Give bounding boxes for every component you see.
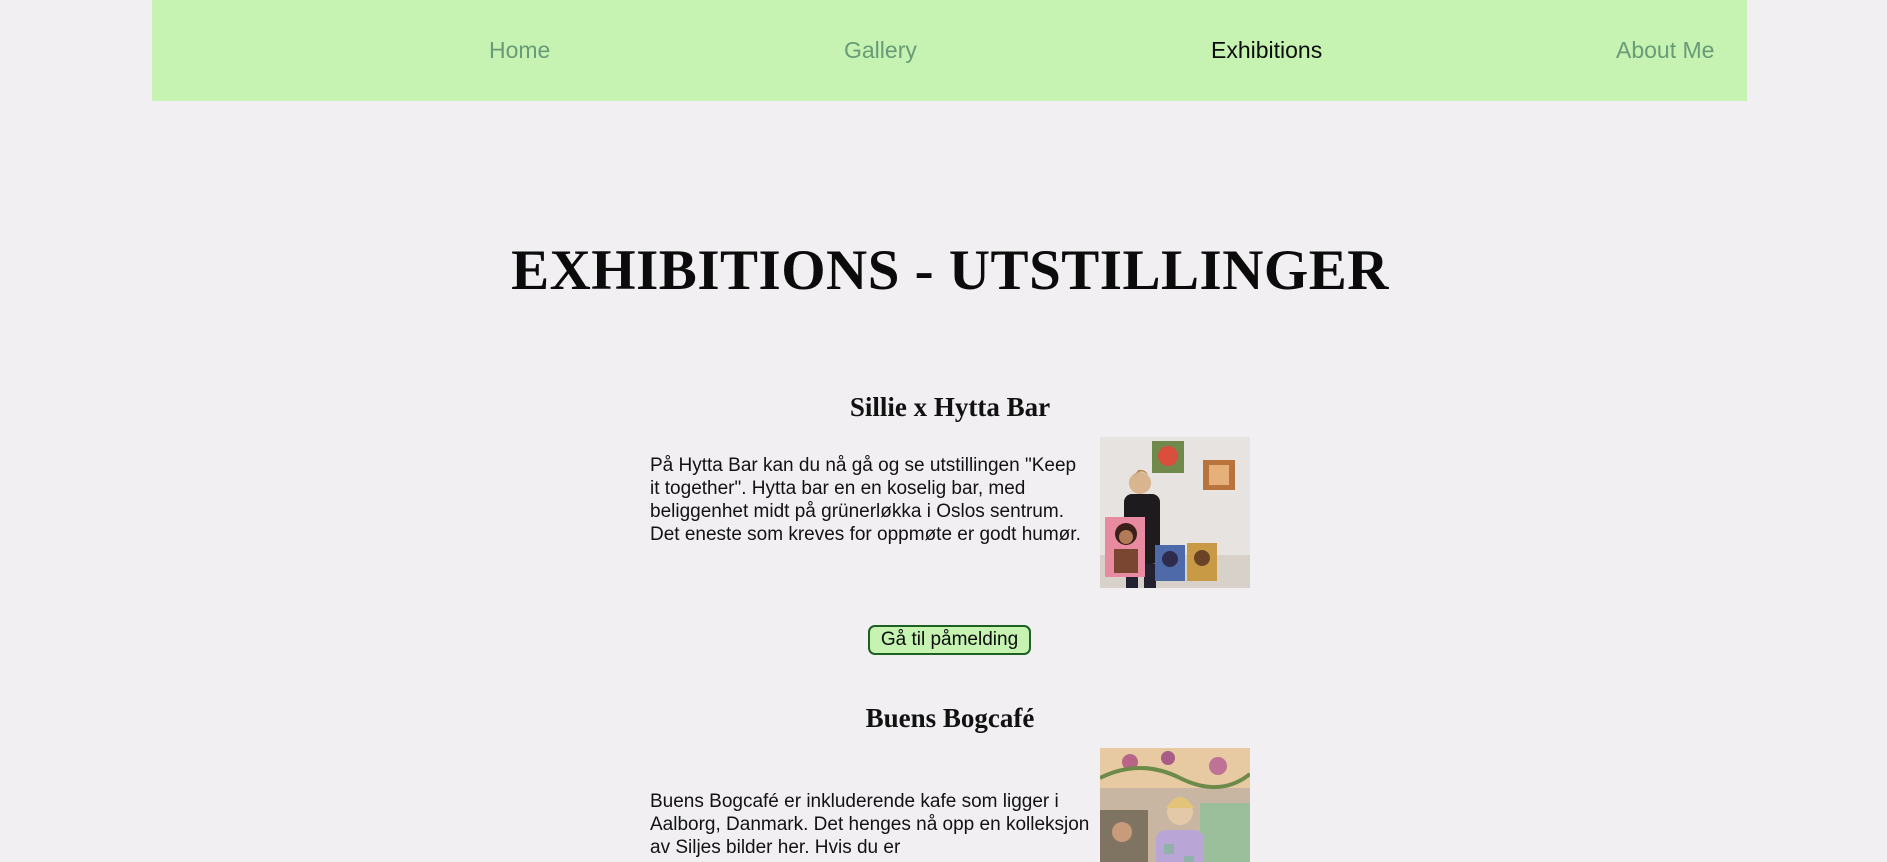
- exhibition-description: Buens Bogcafé er inkluderende kafe som l…: [650, 791, 1090, 858]
- artist-in-cafe-illustration: [1100, 748, 1250, 862]
- signup-button[interactable]: Gå til påmelding: [868, 625, 1031, 655]
- top-navigation-bar: Home Gallery Exhibitions About Me: [152, 0, 1747, 101]
- exhibition-photo-buens-bogcafe: [1100, 748, 1250, 862]
- exhibition-photo-hytta-bar: [1100, 437, 1250, 588]
- artist-with-paintings-illustration: [1100, 437, 1250, 588]
- nav-link-exhibitions[interactable]: Exhibitions: [1211, 37, 1322, 63]
- exhibition-description: På Hytta Bar kan du nå gå og se utstilli…: [650, 455, 1081, 545]
- nav-link-home[interactable]: Home: [489, 37, 550, 63]
- exhibition-title: Sillie x Hytta Bar: [849, 392, 1051, 422]
- nav-link-gallery[interactable]: Gallery: [844, 37, 917, 63]
- nav-link-about-me[interactable]: About Me: [1616, 37, 1714, 63]
- exhibition-title: Buens Bogcafé: [865, 703, 1035, 733]
- page-title: EXHIBITIONS - UTSTILLINGER: [511, 239, 1389, 302]
